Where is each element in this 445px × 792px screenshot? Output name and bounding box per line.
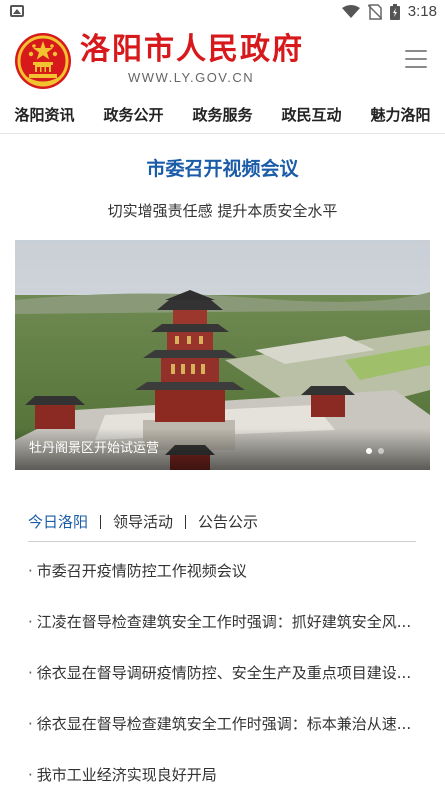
nav-item-government-services[interactable]: 政务服务 [192,104,252,125]
menu-line [405,66,427,68]
feature-subheadline: 切实增强责任感 提升本质安全水平 [107,202,338,220]
status-icons: 3:18 [341,3,437,20]
wifi-icon [341,4,360,18]
tab-separator [100,514,102,529]
image-icon [10,5,24,17]
menu-line [405,58,427,60]
news-title: 市委召开疫情防控工作视频会议 [36,562,247,580]
tab-leader-activities[interactable]: 领导活动 [113,511,173,532]
news-item[interactable]: · 江凌在督导检查建筑安全工作时强调：抓好建筑安全风... [28,596,416,647]
nav-item-government-affairs[interactable]: 政务公开 [103,104,163,125]
news-item[interactable]: · 我市工业经济实现良好开局 [28,749,416,792]
news-item[interactable]: · 徐衣显在督导调研疫情防控、安全生产及重点项目建设... [28,647,416,698]
nav-item-interaction[interactable]: 政民互动 [281,104,341,125]
news-title: 我市工业经济实现良好开局 [36,766,217,784]
carousel-indicators [366,448,384,454]
main-nav: 洛阳资讯 政务公开 政务服务 政民互动 魅力洛阳 [0,96,445,134]
bullet-dot: · [28,714,33,733]
tab-today-luoyang[interactable]: 今日洛阳 [28,511,88,532]
site-url: WWW.LY.GOV.CN [128,70,255,85]
banner-caption: 牡丹阁景区开始试运营 [29,441,160,456]
news-list: · 市委召开疫情防控工作视频会议 · 江凌在督导检查建筑安全工作时强调：抓好建筑… [28,545,416,792]
carousel-dot[interactable] [366,448,372,454]
bullet-dot: · [28,561,33,580]
news-title: 江凌在督导检查建筑安全工作时强调：抓好建筑安全风... [36,613,412,631]
menu-line [405,50,427,52]
feature-headline[interactable]: 市委召开视频会议 [0,154,445,181]
no-sim-icon [367,3,382,20]
news-title: 徐衣显在督导调研疫情防控、安全生产及重点项目建设... [36,664,412,682]
bullet-dot: · [28,765,33,784]
site-header: 洛阳市人民政府 WWW.LY.GOV.CN [0,24,445,96]
bullet-dot: · [28,663,33,682]
tab-announcements[interactable]: 公告公示 [198,511,258,532]
national-emblem-icon[interactable] [14,32,72,90]
clock: 3:18 [407,3,437,20]
battery-icon [389,3,400,20]
nav-item-news[interactable]: 洛阳资讯 [14,104,74,125]
hamburger-menu-icon[interactable] [405,50,427,68]
news-item[interactable]: · 市委召开疫情防控工作视频会议 [28,545,416,596]
banner-carousel[interactable]: 牡丹阁景区开始试运营 [15,240,430,470]
news-item[interactable]: · 徐衣显在督导检查建筑安全工作时强调：标本兼治从速... [28,698,416,749]
bullet-dot: · [28,612,33,631]
news-title: 徐衣显在督导检查建筑安全工作时强调：标本兼治从速... [36,715,412,733]
news-tabs: 今日洛阳 领导活动 公告公示 [28,502,416,542]
site-title: 洛阳市人民政府 [80,33,304,66]
status-bar: 3:18 [0,0,445,24]
nav-item-charm-luoyang[interactable]: 魅力洛阳 [370,104,430,125]
tab-separator [185,514,187,529]
carousel-dot[interactable] [378,448,384,454]
